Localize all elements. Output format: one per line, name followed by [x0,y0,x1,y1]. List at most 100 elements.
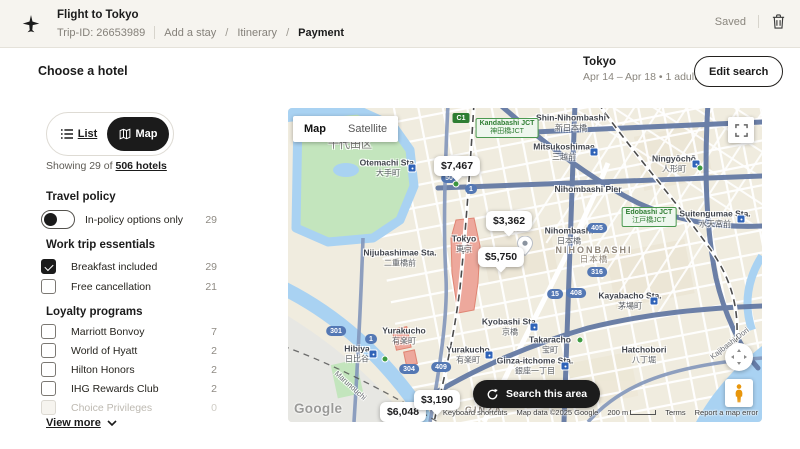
results-count-prefix: Showing 29 of [46,160,113,172]
map-view-button[interactable]: Map [107,117,169,151]
search-summary: Tokyo Apr 14 – Apr 18 • 1 adult [583,56,697,83]
top-bar: Flight to Tokyo Trip-ID: 26653989 Add a … [0,0,800,48]
map-icon [119,128,131,140]
hotel-price-marker[interactable]: $7,467 [434,156,480,176]
results-count: Showing 29 of 506 hotels [46,160,167,172]
toggle-knob [44,213,57,226]
edit-search-button[interactable]: Edit search [694,56,783,87]
terms-link[interactable]: Terms [665,408,685,417]
divider [758,15,759,28]
tree-icon [382,356,389,363]
road-shield: 1 [365,334,377,344]
map-view-label: Map [136,128,158,140]
in-policy-label: In-policy options only [85,214,183,226]
filter-count: 2 [211,364,217,376]
report-map-error-link[interactable]: Report a map error [695,408,758,417]
choice-checkbox[interactable] [41,400,56,415]
map-type-map-button[interactable]: Map [293,116,337,142]
breakfast-checkbox[interactable] [41,259,56,274]
filter-count: 7 [211,326,217,338]
pegman-button[interactable] [725,379,753,407]
metro-station-icon [650,297,659,306]
metro-station-icon [485,351,494,360]
results-count-link[interactable]: 506 hotels [115,160,166,172]
trip-id: Trip-ID: 26653989 [57,27,145,39]
filter-count: 29 [205,261,217,273]
filter-count: 0 [211,402,217,414]
free-cancellation-checkbox[interactable] [41,279,56,294]
in-policy-toggle[interactable] [41,210,75,229]
road-shield: C1 [453,113,470,123]
list-view-button[interactable]: List [51,128,107,140]
keyboard-shortcuts-link[interactable]: Keyboard shortcuts [443,408,508,417]
road-shield: 301 [326,326,346,336]
road-shield: 408 [566,288,586,298]
destination-label: Tokyo [583,56,697,68]
trip-meta: Trip-ID: 26653989 Add a stay / Itinerary… [57,26,344,39]
map-attribution: Keyboard shortcuts Map data ©2025 Google… [443,408,758,417]
tree-icon [577,337,584,344]
page: Flight to Tokyo Trip-ID: 26653989 Add a … [0,0,800,449]
search-this-area-label: Search this area [506,388,587,400]
road-shield: 409 [431,362,451,372]
breadcrumb-add-a-stay[interactable]: Add a stay [164,27,216,39]
list-icon [61,129,73,139]
map-type-satellite-button[interactable]: Satellite [337,116,398,142]
view-more-label: View more [46,417,101,429]
map-base-art [288,108,762,422]
fullscreen-icon [735,124,748,137]
filter-count: 2 [211,345,217,357]
fullscreen-button[interactable] [728,117,754,143]
breadcrumb-itinerary[interactable]: Itinerary [237,27,277,39]
scale-bar [630,410,656,415]
metro-station-icon [737,215,746,224]
breadcrumb-payment[interactable]: Payment [298,27,344,39]
marriott-checkbox[interactable] [41,324,56,339]
in-policy-filter-row: In-policy options only 29 [41,210,217,229]
dates-occupancy-label: Apr 14 – Apr 18 • 1 adult [583,71,697,83]
page-title: Choose a hotel [38,64,128,78]
filter-row-breakfast: Breakfast included 29 [41,259,217,274]
in-policy-count: 29 [205,214,217,226]
filter-row-choice: Choice Privileges 0 [41,400,217,415]
road-shield: 1 [465,184,477,194]
metro-station-icon [369,350,378,359]
pan-control-button[interactable] [725,343,753,371]
road-shield: 304 [399,364,419,374]
map-scale: 200 m [607,408,656,417]
hotel-price-marker[interactable]: $3,362 [486,211,532,231]
loyalty-title: Loyalty programs [46,306,143,318]
filter-label: IHG Rewards Club [71,383,159,395]
filter-row-hilton: Hilton Honors 2 [41,362,217,377]
map-canvas[interactable]: Chiyoda City千代田区 Otemachi Sta.大手町 Nijuba… [288,108,762,422]
search-this-area-button[interactable]: Search this area [473,380,600,408]
trash-icon[interactable] [771,13,786,30]
chevron-down-icon [107,420,117,426]
filter-label: Marriott Bonvoy [71,326,145,338]
divider [154,26,155,39]
tree-icon [697,165,704,172]
work-trip-title: Work trip essentials [46,239,155,251]
metro-station-icon [590,148,599,157]
pan-arrows-icon [730,348,748,366]
filter-label: Free cancellation [71,281,151,293]
tree-icon [453,181,460,188]
road-shield: 316 [587,267,607,277]
view-more-link[interactable]: View more [46,417,117,429]
filter-label: Choice Privileges [71,402,152,414]
ihg-checkbox[interactable] [41,381,56,396]
google-logo: Google [294,401,342,416]
refresh-icon [486,388,499,401]
filter-label: World of Hyatt [71,345,137,357]
map-type-control: Map Satellite [293,116,398,142]
filter-count: 21 [205,281,217,293]
hotel-price-marker[interactable]: $5,750 [478,247,524,267]
metro-station-icon [530,323,539,332]
filter-row-marriott: Marriott Bonvoy 7 [41,324,217,339]
hotel-price-marker[interactable]: $3,190 [414,390,460,410]
hyatt-checkbox[interactable] [41,343,56,358]
hilton-checkbox[interactable] [41,362,56,377]
filter-row-hyatt: World of Hyatt 2 [41,343,217,358]
road-shield: 15 [547,289,563,299]
saved-status: Saved [715,16,746,28]
